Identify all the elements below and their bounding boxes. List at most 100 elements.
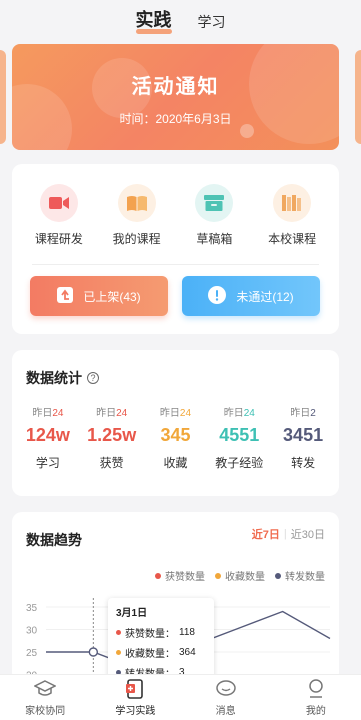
range-30-days[interactable]: 近30日	[291, 526, 325, 542]
stat-yesterday-value: 24	[179, 408, 192, 419]
stat-yesterday: 昨日24	[32, 404, 63, 419]
menu-label: 草稿箱	[196, 232, 233, 246]
archive-box-icon	[195, 184, 234, 222]
trend-title-text: 数据趋势	[26, 532, 82, 548]
trend-title: 数据趋势	[26, 530, 82, 550]
published-courses-button[interactable]: 已上架(43)	[30, 276, 168, 316]
graduation-cap-icon	[34, 679, 57, 699]
nav-home-school[interactable]: 家校协同	[0, 675, 90, 720]
legend-dot	[155, 572, 161, 579]
alert-icon	[208, 285, 227, 307]
tooltip-value: 118	[179, 627, 195, 638]
bottom-nav-bar: 家校协同 学习实践 消息 我的	[0, 674, 361, 720]
menu-school-courses[interactable]: 本校课程	[256, 184, 328, 247]
tooltip-dot	[116, 650, 121, 655]
question-mark-icon[interactable]: ?	[87, 372, 99, 384]
rejected-label: 未通过(12)	[236, 289, 294, 304]
range-switch: 近7日 | 近30日	[252, 526, 325, 542]
legend-item[interactable]: 获赞数量	[155, 568, 205, 583]
stat-item[interactable]: 昨日24 345 收藏	[145, 404, 205, 471]
legend-dot	[215, 572, 221, 579]
legend-dot	[275, 572, 281, 579]
tooltip-row: 收藏数量： 364	[116, 645, 206, 660]
stat-item[interactable]: 昨日24 4551 教子经验	[209, 404, 269, 471]
stat-label: 转发	[291, 456, 316, 470]
nav-study-practice[interactable]: 学习实践	[90, 675, 180, 720]
banner-prev-peek	[0, 50, 6, 144]
activity-banner[interactable]: 活动通知 时间：2020年6月3日	[12, 44, 339, 150]
menu-label: 我的课程	[112, 232, 161, 246]
rejected-courses-button[interactable]: 未通过(12)	[182, 276, 320, 316]
legend-item[interactable]: 收藏数量	[215, 568, 265, 583]
user-icon	[305, 678, 327, 699]
stat-item[interactable]: 昨日24 124w 学习	[18, 404, 78, 471]
tooltip-row: 获赞数量： 118	[116, 625, 206, 640]
tooltip-label: 收藏数量：	[125, 649, 175, 660]
y-tick-label: 30	[26, 626, 38, 637]
chart-tooltip: 3月1日 获赞数量：118收藏数量：364转发数量：3	[108, 598, 214, 682]
stat-item[interactable]: 昨日2 3451 转发	[273, 404, 333, 471]
stat-label: 学习	[35, 456, 60, 470]
data-point[interactable]	[88, 647, 99, 657]
menu-label: 课程研发	[34, 232, 83, 246]
tooltip-title: 3月1日	[116, 608, 148, 619]
message-icon	[215, 679, 237, 699]
stat-yesterday: 昨日24	[224, 404, 255, 419]
nav-label: 学习实践	[115, 705, 156, 717]
stat-yesterday-value: 24	[243, 408, 255, 419]
stats-title: 数据统计 ?	[26, 368, 99, 388]
stat-yesterday-value: 2	[310, 408, 316, 419]
nav-profile[interactable]: 我的	[271, 675, 361, 720]
stat-yesterday-label: 昨日	[159, 408, 180, 419]
stat-label: 教子经验	[215, 456, 264, 470]
published-label: 已上架(43)	[83, 289, 141, 304]
tab-study[interactable]: 学习	[198, 12, 226, 40]
open-book-icon	[117, 184, 156, 222]
menu-course-development[interactable]: 课程研发	[23, 184, 95, 247]
range-separator: |	[283, 528, 287, 540]
y-tick-label: 35	[26, 603, 38, 614]
legend-label: 转发数量	[285, 572, 325, 583]
stat-value: 3451	[283, 425, 324, 445]
banner-next-peek	[355, 50, 361, 144]
menu-label: 本校课程	[268, 232, 317, 246]
stat-value: 4551	[219, 425, 260, 445]
stat-yesterday-label: 昨日	[96, 408, 117, 419]
menu-my-courses[interactable]: 我的课程	[101, 184, 173, 247]
stat-value: 124w	[25, 425, 70, 445]
upload-arrow-icon	[57, 286, 74, 306]
nav-messages[interactable]: 消息	[181, 675, 271, 720]
stat-label: 收藏	[163, 456, 188, 470]
data-trend-card: 数据趋势 近7日 | 近30日 获赞数量收藏数量转发数量 35302520 3月…	[12, 512, 339, 682]
stat-yesterday-value: 24	[116, 408, 128, 419]
stat-yesterday-value: 24	[52, 408, 64, 419]
nav-label: 消息	[215, 705, 236, 717]
banner-carousel[interactable]: 活动通知 时间：2020年6月3日	[0, 44, 361, 150]
stats-title-text: 数据统计	[26, 370, 82, 386]
tooltip-value: 364	[179, 647, 196, 658]
tooltip-dot	[116, 630, 121, 635]
stat-yesterday-label: 昨日	[290, 408, 311, 419]
video-camera-icon	[39, 184, 78, 222]
bookshelf-icon	[273, 184, 312, 222]
tooltip-label: 获赞数量：	[125, 629, 175, 640]
nav-label: 家校协同	[25, 705, 66, 717]
chart-legend: 获赞数量 收藏数量 转发数量	[155, 568, 325, 583]
stat-yesterday: 昨日24	[160, 404, 191, 419]
tab-practice[interactable]: 实践	[135, 6, 172, 40]
banner-title: 活动通知	[131, 76, 220, 98]
data-statistics-card: 数据统计 ? 昨日24 124w 学习 昨日24 1.25w 获赞 昨日24 345 收藏 昨日2…	[12, 350, 339, 496]
range-7-days[interactable]: 近7日	[252, 526, 280, 542]
y-tick-label: 25	[26, 648, 38, 659]
menu-drafts[interactable]: 草稿箱	[178, 184, 250, 247]
top-tab-bar: 实践 学习	[0, 0, 361, 40]
quick-menu-card: 课程研发 我的课程 草稿箱 本校课程 已上架(43) 未通过(12)	[12, 164, 339, 334]
stat-label: 获赞	[99, 456, 124, 470]
stat-yesterday: 昨日24	[96, 404, 127, 419]
nav-label: 我的	[305, 705, 326, 717]
practice-book-icon	[124, 678, 146, 699]
legend-label: 获赞数量	[165, 572, 205, 583]
legend-item[interactable]: 转发数量	[275, 568, 325, 583]
stat-item[interactable]: 昨日24 1.25w 获赞	[82, 404, 142, 471]
banner-date: 时间：2020年6月3日	[119, 112, 232, 126]
